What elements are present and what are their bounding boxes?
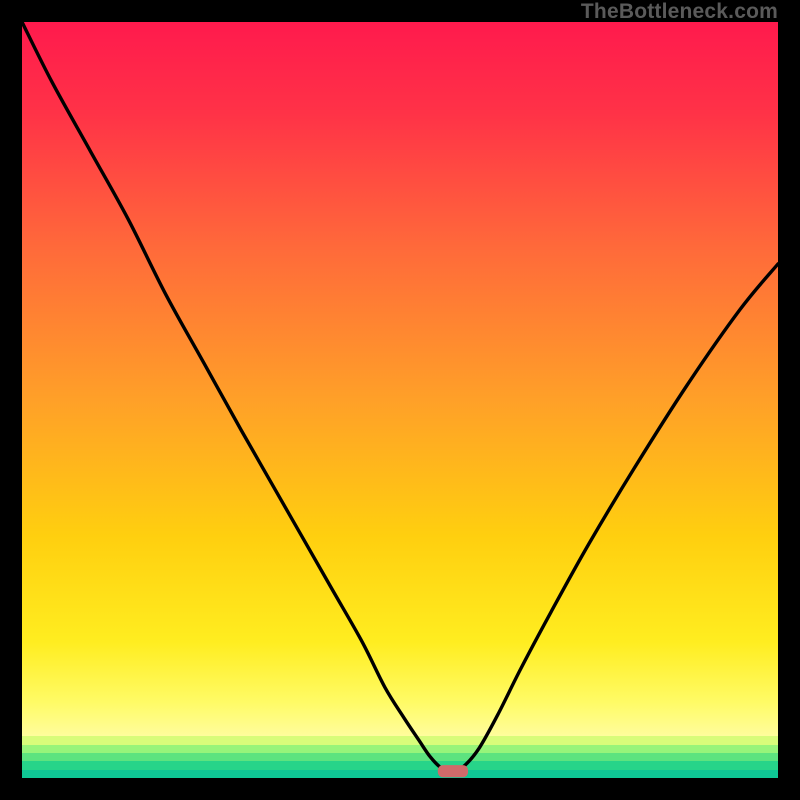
band-teal bbox=[22, 770, 778, 778]
bottleneck-chart bbox=[22, 22, 778, 778]
watermark-text: TheBottleneck.com bbox=[581, 0, 778, 23]
band-lightgreen bbox=[22, 745, 778, 753]
gradient-background bbox=[22, 22, 778, 778]
watermark: TheBottleneck.com bbox=[581, 0, 778, 24]
optimal-marker bbox=[438, 765, 468, 777]
chart-frame: TheBottleneck.com bbox=[0, 0, 800, 800]
band-midgreen bbox=[22, 753, 778, 761]
band-green bbox=[22, 761, 778, 770]
band-yellowgreen bbox=[22, 736, 778, 745]
